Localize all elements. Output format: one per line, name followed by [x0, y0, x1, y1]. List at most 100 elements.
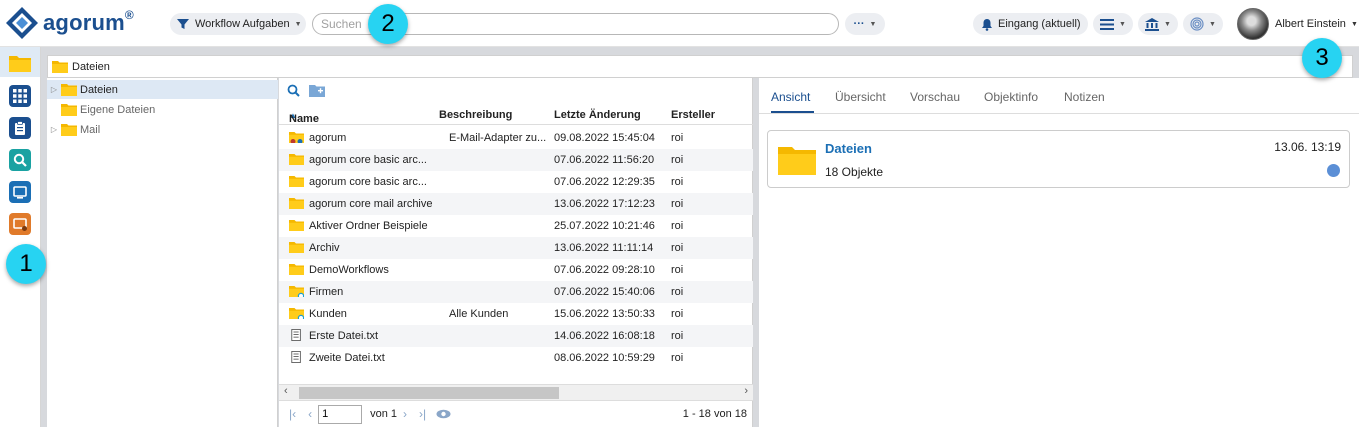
scroll-left-icon[interactable]: ‹: [284, 385, 288, 397]
left-rail: [0, 47, 41, 427]
table-row[interactable]: Zweite Datei.txt 08.06.2022 10:59:29 roi: [279, 347, 753, 369]
pager: |‹ ‹ von 1 › ›| 1 - 18 von 18: [279, 400, 753, 427]
folder-icon: [289, 220, 304, 231]
next-page-icon[interactable]: ›: [403, 407, 407, 421]
eye-icon[interactable]: [436, 409, 451, 419]
workflow-tasks-button[interactable]: Workflow Aufgaben ▼: [170, 13, 306, 35]
bank-icon: [1145, 17, 1160, 31]
user-name: Albert Einstein: [1275, 18, 1346, 30]
table-row[interactable]: agorum E-Mail-Adapter zu... 09.08.2022 15:…: [279, 127, 753, 149]
page-number-input[interactable]: [318, 404, 363, 424]
table-row[interactable]: Kunden Alle Kunden 15.06.2022 13:50:33 roi: [279, 303, 753, 325]
breadcrumb: Dateien: [47, 55, 1353, 78]
table-row[interactable]: DemoWorkflows 07.06.2022 09:28:10 roi: [279, 259, 753, 281]
folder-icon: [9, 56, 31, 72]
rail-item-tasks[interactable]: [9, 117, 31, 139]
main-menu-button[interactable]: ▼: [1093, 13, 1133, 35]
scroll-right-icon[interactable]: ›: [744, 385, 748, 397]
chevron-down-icon: ▼: [869, 20, 877, 28]
folder-icon: [778, 147, 816, 175]
cell-modified: 08.06.2022 10:59:29: [554, 352, 655, 364]
folder-icon: [52, 61, 68, 73]
cell-name: DemoWorkflows: [309, 264, 389, 276]
expand-arrow-icon[interactable]: ▷: [47, 125, 61, 134]
chevron-down-icon: ▼: [1209, 20, 1216, 28]
tab-uebersicht[interactable]: Übersicht: [835, 90, 886, 104]
tree-item-label: Mail: [80, 123, 101, 136]
table-row[interactable]: Firmen 07.06.2022 15:40:06 roi: [279, 281, 753, 303]
tab-objektinfo[interactable]: Objektinfo: [984, 90, 1038, 104]
object-card[interactable]: Dateien 18 Objekte 13.06. 13:19: [767, 130, 1350, 188]
cell-creator: roi: [671, 330, 684, 342]
app-logo[interactable]: agorum®: [5, 6, 134, 40]
table-row[interactable]: agorum core mail archive 13.06.2022 17:12…: [279, 193, 753, 215]
tree-item-label: Eigene Dateien: [80, 103, 156, 116]
cell-creator: roi: [671, 176, 684, 188]
fingerprint-icon: [1190, 17, 1204, 31]
chevron-down-icon: ▼: [1350, 20, 1358, 28]
presentation-alert-icon: [13, 217, 27, 231]
cell-creator: roi: [671, 352, 684, 364]
rail-item-apps[interactable]: [9, 85, 31, 107]
tree-item-mail[interactable]: ▷ Mail: [47, 120, 278, 139]
table-row[interactable]: Archiv 13.06.2022 11:11:14 roi: [279, 237, 753, 259]
column-header-name[interactable]: Name ▲: [289, 109, 319, 125]
workflow-tasks-label: Workflow Aufgaben: [195, 18, 290, 30]
prev-page-icon[interactable]: ‹: [308, 407, 312, 421]
folder-icon: [289, 242, 304, 253]
cell-creator: roi: [671, 242, 684, 254]
fingerprint-button[interactable]: ▼: [1183, 13, 1223, 35]
list-header: Name ▲ Beschreibung Letzte Änderung Erst…: [279, 105, 753, 125]
rail-item-inbox[interactable]: [9, 181, 31, 203]
cell-modified: 07.06.2022 12:29:35: [554, 176, 655, 188]
avatar: [1237, 8, 1269, 40]
cell-creator: roi: [671, 132, 684, 144]
cell-name: Archiv: [309, 242, 340, 254]
column-header-creator[interactable]: Ersteller: [671, 109, 715, 121]
callout-marker: 2: [368, 4, 408, 44]
rail-item-presentation[interactable]: [9, 213, 31, 235]
page-range-label: 1 - 18 von 18: [682, 408, 747, 420]
user-menu[interactable]: Albert Einstein ▼: [1237, 7, 1358, 41]
bell-icon: [982, 18, 992, 31]
table-row[interactable]: agorum core basic arc... 07.06.2022 11:56…: [279, 149, 753, 171]
cell-creator: roi: [671, 198, 684, 210]
horizontal-scrollbar[interactable]: ‹ ›: [279, 384, 753, 400]
detail-tabs: Ansicht Übersicht Vorschau Objektinfo No…: [759, 78, 1359, 114]
tree-item-dateien[interactable]: ▷ Dateien: [47, 80, 278, 99]
cell-creator: roi: [671, 308, 684, 320]
apps-grid-icon: [13, 89, 27, 103]
text-file-icon: [291, 329, 301, 341]
table-row[interactable]: agorum core basic arc... 07.06.2022 12:29…: [279, 171, 753, 193]
column-header-description[interactable]: Beschreibung: [439, 109, 512, 121]
search-icon: [13, 153, 27, 167]
more-options-button[interactable]: ··· ▼: [845, 13, 885, 35]
last-page-icon[interactable]: ›|: [419, 407, 426, 421]
folder-icon: [289, 198, 304, 209]
search-icon[interactable]: [287, 84, 300, 97]
search-icon[interactable]: [1327, 164, 1340, 177]
table-row[interactable]: Erste Datei.txt 14.06.2022 16:08:18 roi: [279, 325, 753, 347]
tab-vorschau[interactable]: Vorschau: [910, 90, 960, 104]
card-title[interactable]: Dateien: [825, 141, 872, 156]
table-row[interactable]: Aktiver Ordner Beispiele 25.07.2022 10:21…: [279, 215, 753, 237]
list-toolbar: [279, 78, 753, 102]
tab-ansicht[interactable]: Ansicht: [771, 90, 810, 104]
institution-button[interactable]: ▼: [1138, 13, 1178, 35]
inbox-icon: [13, 185, 27, 199]
callout-marker: 1: [6, 244, 46, 284]
column-header-modified[interactable]: Letzte Änderung: [554, 109, 641, 121]
first-page-icon[interactable]: |‹: [289, 407, 296, 421]
breadcrumb-label[interactable]: Dateien: [72, 61, 110, 73]
cell-creator: roi: [671, 220, 684, 232]
tree-item-eigene-dateien[interactable]: Eigene Dateien: [47, 100, 278, 119]
cell-description: Alle Kunden: [449, 308, 509, 320]
rail-item-files[interactable]: [9, 52, 31, 74]
tab-notizen[interactable]: Notizen: [1064, 90, 1105, 104]
rail-item-search[interactable]: [9, 149, 31, 171]
inbox-button[interactable]: Eingang (aktuell): [973, 13, 1088, 35]
scrollbar-thumb[interactable]: [299, 387, 559, 399]
new-folder-icon[interactable]: [309, 84, 325, 97]
expand-arrow-icon[interactable]: ▷: [47, 85, 61, 94]
folder-tree: ▷ Dateien Eigene Dateien ▷ Mail: [47, 78, 278, 427]
